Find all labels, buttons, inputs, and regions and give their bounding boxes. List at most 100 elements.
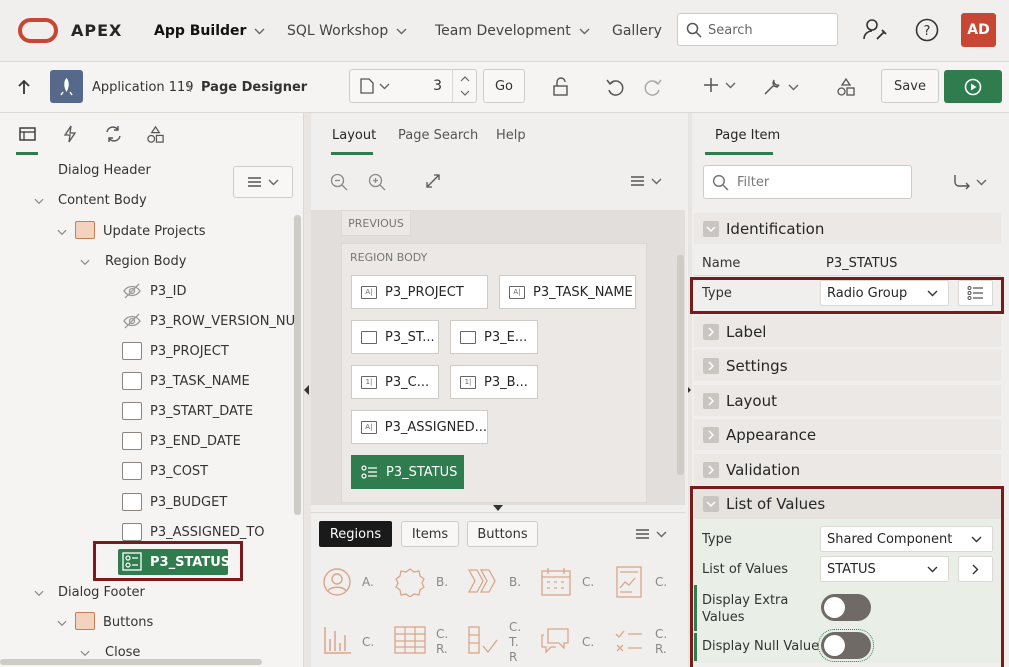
name-field[interactable]: P3_STATUS <box>820 250 993 276</box>
tree-node-p3-task-name[interactable]: P3_TASK_NAME <box>150 374 250 389</box>
utilities-menu-button[interactable] <box>762 77 799 97</box>
nav-sql-workshop[interactable]: SQL Workshop <box>287 23 407 39</box>
oracle-logo-icon[interactable] <box>18 18 58 43</box>
tree-node-p3-budget[interactable]: P3_BUDGET <box>150 495 227 510</box>
layout-item-p3-assigned-to[interactable]: A| P3_ASSIGNED... <box>351 410 488 444</box>
gallery-tab-items[interactable]: Items <box>401 521 459 547</box>
content-row-icon[interactable] <box>614 628 644 654</box>
tree-horizontal-scrollbar[interactable] <box>0 659 262 665</box>
rendering-tab-icon[interactable] <box>19 127 36 141</box>
play-icon <box>964 78 982 96</box>
gallery-menu-button[interactable] <box>635 528 667 540</box>
help-icon[interactable]: ? <box>915 18 939 42</box>
run-button[interactable] <box>944 70 1002 103</box>
page-shared-components-tab-icon[interactable] <box>146 125 165 144</box>
section-appearance[interactable]: Appearance <box>694 419 1001 450</box>
layout-item-p3-project[interactable]: A| P3_PROJECT <box>351 275 488 309</box>
tree-node-p3-start-date[interactable]: P3_START_DATE <box>150 404 253 419</box>
go-button[interactable]: Go <box>483 69 525 103</box>
comments-region-icon[interactable] <box>540 627 572 655</box>
chevron-down-icon[interactable] <box>80 259 90 266</box>
breadcrumb-region-icon[interactable] <box>467 567 499 595</box>
section-layout[interactable]: Layout <box>694 385 1001 416</box>
user-settings-icon[interactable] <box>862 17 888 43</box>
layout-item-p3-task-name[interactable]: A| P3_TASK_NAME <box>499 275 636 309</box>
avatar-region-icon[interactable] <box>322 567 352 597</box>
filter-input[interactable]: Filter <box>703 165 912 199</box>
chevron-down-icon[interactable] <box>57 229 67 236</box>
tree-node-p3-cost[interactable]: P3_COST <box>150 464 208 479</box>
canvas-scrollbar[interactable] <box>677 255 684 475</box>
page-number[interactable]: 3 <box>433 78 442 94</box>
tab-layout[interactable]: Layout <box>332 128 376 143</box>
shared-components-icon[interactable] <box>836 77 856 97</box>
layout-item-p3-cost[interactable]: 1| P3_C... <box>351 365 439 399</box>
nav-label: SQL Workshop <box>287 23 389 39</box>
avatar[interactable]: AD <box>961 13 996 47</box>
chevron-down-icon <box>725 82 736 88</box>
nav-gallery[interactable]: Gallery <box>612 23 662 39</box>
unlock-icon[interactable] <box>551 77 571 97</box>
card-region-icon[interactable] <box>616 566 642 598</box>
calendar-region-icon[interactable] <box>540 567 572 597</box>
tree-node-buttons[interactable]: Buttons <box>103 615 153 630</box>
chevron-down-icon[interactable] <box>80 650 90 657</box>
layout-item-p3-status[interactable]: P3_STATUS <box>351 455 464 489</box>
expand-icon[interactable] <box>425 173 441 189</box>
chevron-down-icon[interactable] <box>57 620 67 627</box>
chevron-down-icon[interactable] <box>34 590 44 597</box>
processing-tab-icon[interactable] <box>104 125 123 143</box>
section-label[interactable]: Label <box>694 316 1001 347</box>
dynamic-actions-tab-icon[interactable] <box>63 125 77 143</box>
nav-app-builder[interactable]: App Builder <box>154 23 265 39</box>
tree-node-p3-row-version-num[interactable]: P3_ROW_VERSION_NUM <box>150 314 296 329</box>
tree-node-content-body[interactable]: Content Body <box>58 193 147 208</box>
page-icon <box>360 78 374 94</box>
classic-report-icon[interactable] <box>394 626 426 654</box>
tree-vertical-scrollbar[interactable] <box>294 215 301 515</box>
tree-node-region-body[interactable]: Region Body <box>105 254 186 269</box>
chevron-down-icon[interactable] <box>34 198 44 205</box>
go-to-group-button[interactable] <box>953 174 987 190</box>
section-identification[interactable]: Identification <box>694 213 1001 244</box>
tree-node-dialog-header[interactable]: Dialog Header <box>58 163 151 178</box>
layout-item-p3-start-date[interactable]: P3_ST... <box>351 320 439 354</box>
layout-item-p3-end-date[interactable]: P3_E... <box>450 320 538 354</box>
section-title: Layout <box>726 391 777 410</box>
collapse-toggle-icon <box>703 220 719 237</box>
tree-menu-button[interactable] <box>233 166 293 198</box>
collapse-left-icon[interactable] <box>304 385 310 395</box>
badge-region-icon[interactable] <box>394 567 426 597</box>
zoom-in-icon[interactable] <box>368 173 386 191</box>
tab-page-search[interactable]: Page Search <box>398 128 478 143</box>
tree-node-p3-end-date[interactable]: P3_END_DATE <box>150 434 241 449</box>
tree-node-close[interactable]: Close <box>105 645 140 660</box>
previous-position[interactable]: PREVIOUS <box>341 210 411 236</box>
page-number-stepper[interactable] <box>452 70 476 102</box>
caret-down-icon[interactable] <box>493 505 503 511</box>
gallery-tab-regions[interactable]: Regions <box>319 521 392 547</box>
tab-help[interactable]: Help <box>496 128 526 143</box>
undo-icon[interactable] <box>605 77 625 97</box>
nav-team-development[interactable]: Team Development <box>435 23 590 39</box>
section-settings[interactable]: Settings <box>694 350 1001 381</box>
column-toggle-report-icon[interactable] <box>467 626 499 656</box>
tree-node-dialog-footer[interactable]: Dialog Footer <box>58 585 145 600</box>
tree-node-p3-assigned-to[interactable]: P3_ASSIGNED_TO <box>150 525 265 540</box>
tree-node-update-projects[interactable]: Update Projects <box>103 224 205 239</box>
search-input[interactable]: Search <box>677 13 838 46</box>
gallery-tab-buttons[interactable]: Buttons <box>467 521 538 547</box>
create-menu-button[interactable] <box>703 77 736 93</box>
section-validation[interactable]: Validation <box>694 454 1001 485</box>
redo-icon[interactable] <box>643 77 663 97</box>
zoom-out-icon[interactable] <box>330 173 348 191</box>
chart-region-icon[interactable] <box>322 625 352 655</box>
layout-item-p3-budget[interactable]: 1| P3_B... <box>450 365 538 399</box>
tab-page-item[interactable]: Page Item <box>715 128 780 143</box>
save-button[interactable]: Save <box>881 69 939 103</box>
tree-node-p3-project[interactable]: P3_PROJECT <box>150 344 229 359</box>
breadcrumb-application[interactable]: Application 119 <box>92 80 194 95</box>
tree-node-p3-id[interactable]: P3_ID <box>150 284 186 299</box>
layout-menu-button[interactable] <box>630 175 662 187</box>
arrow-up-icon[interactable] <box>17 79 31 95</box>
